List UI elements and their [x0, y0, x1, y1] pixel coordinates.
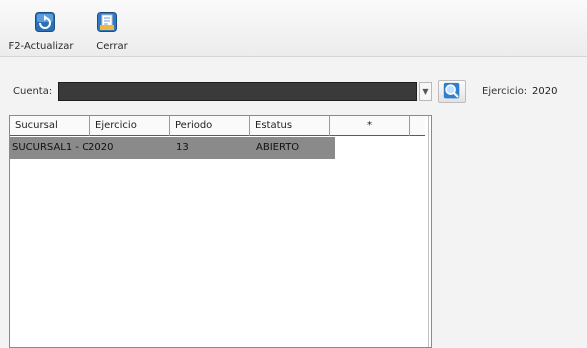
cell-ejercicio: 2020: [88, 142, 114, 153]
cuenta-input[interactable]: [58, 82, 417, 101]
close-document-icon: [97, 12, 117, 32]
periods-grid: Sucursal Ejercicio Periodo Estatus * SUC…: [9, 115, 432, 348]
cell-sucursal: SUCURSAL1 - CEI: [12, 142, 88, 153]
search-button[interactable]: [438, 80, 466, 103]
chevron-down-icon: ▼: [422, 87, 429, 96]
column-header-ejercicio[interactable]: Ejercicio: [90, 116, 170, 136]
refresh-label: F2-Actualizar: [8, 41, 74, 52]
ejercicio-label: Ejercicio:: [482, 86, 528, 97]
cuenta-label: Cuenta:: [13, 86, 53, 97]
column-header-periodo[interactable]: Periodo: [170, 116, 250, 136]
grid-scroll-gutter[interactable]: [428, 116, 432, 347]
close-label: Cerrar: [96, 41, 128, 52]
column-header-estatus[interactable]: Estatus: [250, 116, 330, 136]
toolbar: F2-Actualizar Cerrar: [0, 0, 587, 57]
close-button[interactable]: Cerrar: [92, 6, 132, 52]
grid-header: Sucursal Ejercicio Periodo Estatus *: [10, 116, 425, 136]
cuenta-dropdown-button[interactable]: ▼: [419, 82, 432, 101]
refresh-icon: [35, 12, 55, 32]
cell-periodo: 13: [176, 142, 189, 153]
right-pane: [433, 115, 587, 348]
column-header-sucursal[interactable]: Sucursal: [10, 116, 90, 136]
table-row[interactable]: SUCURSAL1 - CEI 2020 13 ABIERTO: [10, 137, 335, 159]
cell-estatus: ABIERTO: [256, 142, 300, 153]
refresh-button[interactable]: F2-Actualizar: [6, 6, 76, 52]
filter-row: Cuenta: ▼ Ejercicio: 2020: [0, 78, 587, 108]
search-icon: [443, 82, 460, 99]
column-header-star[interactable]: *: [330, 116, 410, 136]
ejercicio-value[interactable]: 2020: [532, 86, 557, 97]
